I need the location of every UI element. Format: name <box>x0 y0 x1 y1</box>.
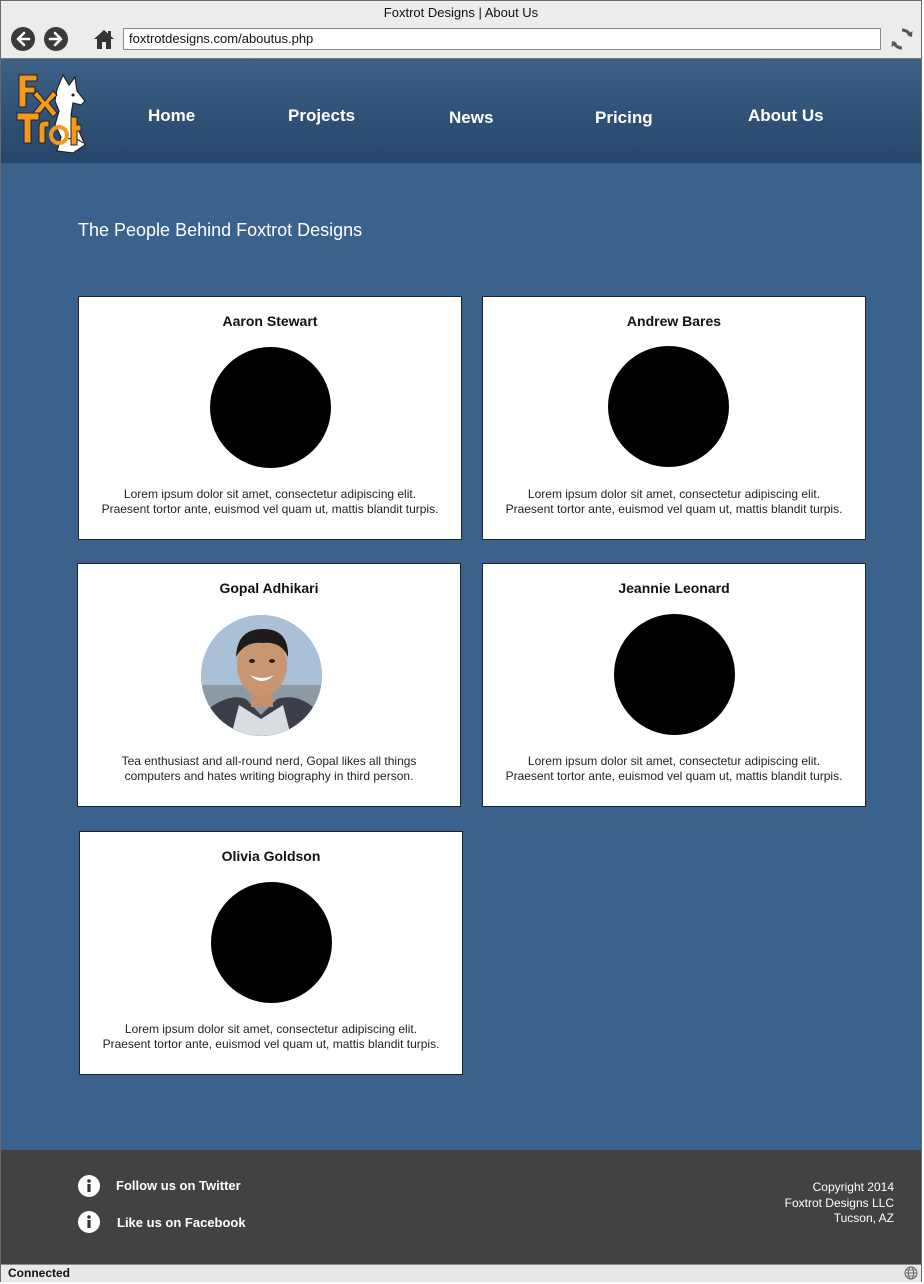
nav-about-us[interactable]: About Us <box>748 106 824 126</box>
site-header: Home Projects News Pricing About Us <box>1 59 921 163</box>
company-location: Tucson, AZ <box>833 1211 894 1225</box>
bio-line: computers and hates writing biography in… <box>124 769 414 783</box>
team-card-olivia-goldson: Olivia Goldson Lorem ipsum dolor sit ame… <box>79 831 463 1075</box>
avatar-photo-gopal <box>201 615 322 736</box>
info-icon <box>78 1175 100 1197</box>
bio-line: Praesent tortor ante, euismod vel quam u… <box>505 769 843 783</box>
company-name: Foxtrot Designs LLC <box>784 1195 894 1210</box>
page-title: The People Behind Foxtrot Designs <box>78 220 363 240</box>
foxtrot-logo[interactable] <box>15 71 89 155</box>
copyright-block: Copyright 2014 Foxtrot Designs LLC Tucso… <box>785 1180 894 1227</box>
twitter-link[interactable]: Follow us on Twitter <box>116 1178 241 1193</box>
window-title: Foxtrot Designs | About Us <box>1 1 921 25</box>
forward-icon <box>48 31 63 47</box>
globe-icon <box>904 1266 918 1280</box>
bio-line: Lorem ipsum dolor sit amet, consectetur … <box>123 487 417 501</box>
member-name: Andrew Bares <box>626 313 722 329</box>
avatar-placeholder <box>614 614 735 735</box>
team-card-aaron-stewart: Aaron Stewart Lorem ipsum dolor sit amet… <box>78 296 462 540</box>
member-bio: Lorem ipsum dolor sit amet, consectetur … <box>483 754 865 784</box>
refresh-icon[interactable] <box>889 26 915 52</box>
avatar-placeholder <box>211 882 332 1003</box>
member-bio: Lorem ipsum dolor sit amet, consectetur … <box>79 487 461 517</box>
site-footer: Follow us on Twitter Like us on Facebook… <box>1 1150 921 1264</box>
main-content: The People Behind Foxtrot Designs Aaron … <box>1 163 921 1150</box>
team-card-jeannie-leonard: Jeannie Leonard Lorem ipsum dolor sit am… <box>482 563 866 807</box>
nav-pricing[interactable]: Pricing <box>595 108 653 128</box>
team-card-gopal-adhikari: Gopal Adhikari Tea enthusiast and all-ro… <box>77 563 461 807</box>
bio-line: Praesent tortor ante, euismod vel quam u… <box>101 502 439 516</box>
bio-line: Praesent tortor ante, euismod vel quam u… <box>505 502 843 516</box>
nav-news[interactable]: News <box>449 108 493 128</box>
member-name: Jeannie Leonard <box>618 580 730 596</box>
nav-projects[interactable]: Projects <box>288 106 355 126</box>
nav-home[interactable]: Home <box>148 106 195 126</box>
bio-line: Praesent tortor ante, euismod vel quam u… <box>102 1037 440 1051</box>
member-name: Gopal Adhikari <box>219 580 319 596</box>
status-bar: Connected <box>1 1264 921 1282</box>
member-bio: Lorem ipsum dolor sit amet, consectetur … <box>80 1022 462 1052</box>
bio-line: Lorem ipsum dolor sit amet, consectetur … <box>124 1022 418 1036</box>
home-icon[interactable] <box>92 27 116 51</box>
avatar-placeholder <box>608 346 729 467</box>
bio-line: Tea enthusiast and all-round nerd, Gopal… <box>121 754 417 768</box>
browser-toolbar: foxtrotdesigns.com/aboutus.php <box>1 24 921 59</box>
member-bio: Lorem ipsum dolor sit amet, consectetur … <box>483 487 865 517</box>
team-card-andrew-bares: Andrew Bares Lorem ipsum dolor sit amet,… <box>482 296 866 540</box>
forward-button[interactable] <box>44 27 68 51</box>
member-name: Olivia Goldson <box>221 848 321 864</box>
bio-line: Lorem ipsum dolor sit amet, consectetur … <box>527 754 821 768</box>
member-bio: Tea enthusiast and all-round nerd, Gopal… <box>78 754 460 784</box>
back-icon <box>16 31 31 47</box>
status-text: Connected <box>8 1266 71 1280</box>
back-button[interactable] <box>11 27 35 51</box>
avatar-placeholder <box>210 347 331 468</box>
bio-line: Lorem ipsum dolor sit amet, consectetur … <box>527 487 821 501</box>
copyright-text: Copyright 2014 <box>812 1180 894 1194</box>
facebook-link[interactable]: Like us on Facebook <box>117 1215 246 1230</box>
member-name: Aaron Stewart <box>222 313 318 329</box>
info-icon <box>78 1211 100 1233</box>
url-input[interactable]: foxtrotdesigns.com/aboutus.php <box>123 28 881 50</box>
